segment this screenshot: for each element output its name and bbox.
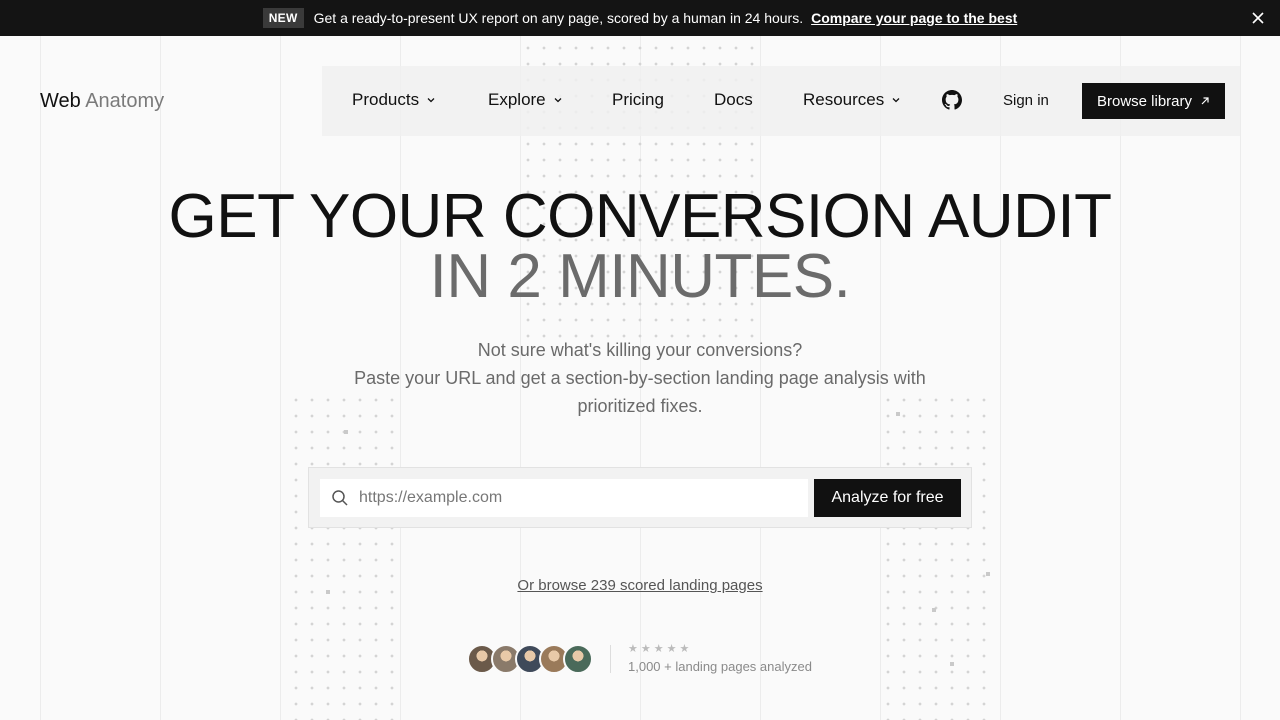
- chevron-down-icon: [554, 98, 562, 103]
- arrow-up-right-icon: [1201, 97, 1209, 105]
- nav-label: Docs: [714, 90, 753, 109]
- hero-description: Paste your URL and get a section-by-sect…: [354, 368, 926, 388]
- nav-item-resources[interactable]: Resources: [803, 90, 901, 110]
- close-icon[interactable]: [1250, 10, 1266, 26]
- nav-item-pricing[interactable]: Pricing: [612, 90, 664, 110]
- new-badge: NEW: [262, 8, 304, 28]
- chevron-down-icon: [892, 98, 900, 103]
- browse-pages-row: Or browse 239 scored landing pages: [0, 577, 1280, 594]
- hero-subtitle: Not sure what's killing your conversions…: [477, 340, 803, 360]
- browse-library-button[interactable]: Browse library: [1082, 83, 1225, 119]
- sign-in-link[interactable]: Sign in: [1003, 92, 1049, 109]
- announcement-bar: NEW Get a ready-to-present UX report on …: [0, 0, 1280, 36]
- decor-square: [344, 430, 348, 434]
- url-form: Analyze for free: [308, 467, 972, 528]
- announcement-link[interactable]: Compare your page to the best: [811, 10, 1017, 26]
- dot-pattern: [288, 392, 400, 720]
- logo[interactable]: Web Anatomy: [40, 90, 164, 113]
- hero-title-line2: IN 2 MINUTES.: [429, 242, 851, 311]
- nav-item-docs[interactable]: Docs: [714, 90, 753, 110]
- logo-primary: Web: [40, 90, 81, 112]
- url-input[interactable]: [359, 489, 789, 507]
- decor-square: [932, 608, 936, 612]
- decor-square: [950, 662, 954, 666]
- decor-square: [986, 572, 990, 576]
- divider: [610, 645, 611, 673]
- nav-item-explore[interactable]: Explore: [488, 90, 563, 110]
- browse-library-label: Browse library: [1096, 92, 1193, 110]
- logo-secondary: Anatomy: [85, 90, 165, 112]
- announcement-text: Get a ready-to-present UX report on any …: [313, 10, 804, 26]
- github-icon[interactable]: [942, 90, 962, 110]
- analyze-button[interactable]: Analyze for free: [814, 479, 961, 517]
- nav-label: Resources: [803, 90, 885, 109]
- chevron-down-icon: [427, 98, 435, 103]
- nav-label: Pricing: [612, 90, 664, 109]
- nav-item-products[interactable]: Products: [352, 90, 436, 110]
- browse-pages-link[interactable]: Or browse 239 scored landing pages: [517, 577, 762, 594]
- hero-description-cont: prioritized fixes.: [577, 396, 703, 416]
- nav-label: Products: [352, 90, 420, 109]
- avatar: [563, 644, 593, 674]
- url-input-wrapper[interactable]: [320, 479, 808, 517]
- search-icon: [332, 490, 348, 506]
- star-rating: ★★★★★: [628, 643, 693, 655]
- hero-title-line1: GET YOUR CONVERSION AUDIT: [168, 182, 1112, 251]
- dot-pattern: [880, 392, 992, 720]
- social-proof-text: 1,000 + landing pages analyzed: [628, 659, 812, 674]
- nav-label: Explore: [488, 90, 546, 109]
